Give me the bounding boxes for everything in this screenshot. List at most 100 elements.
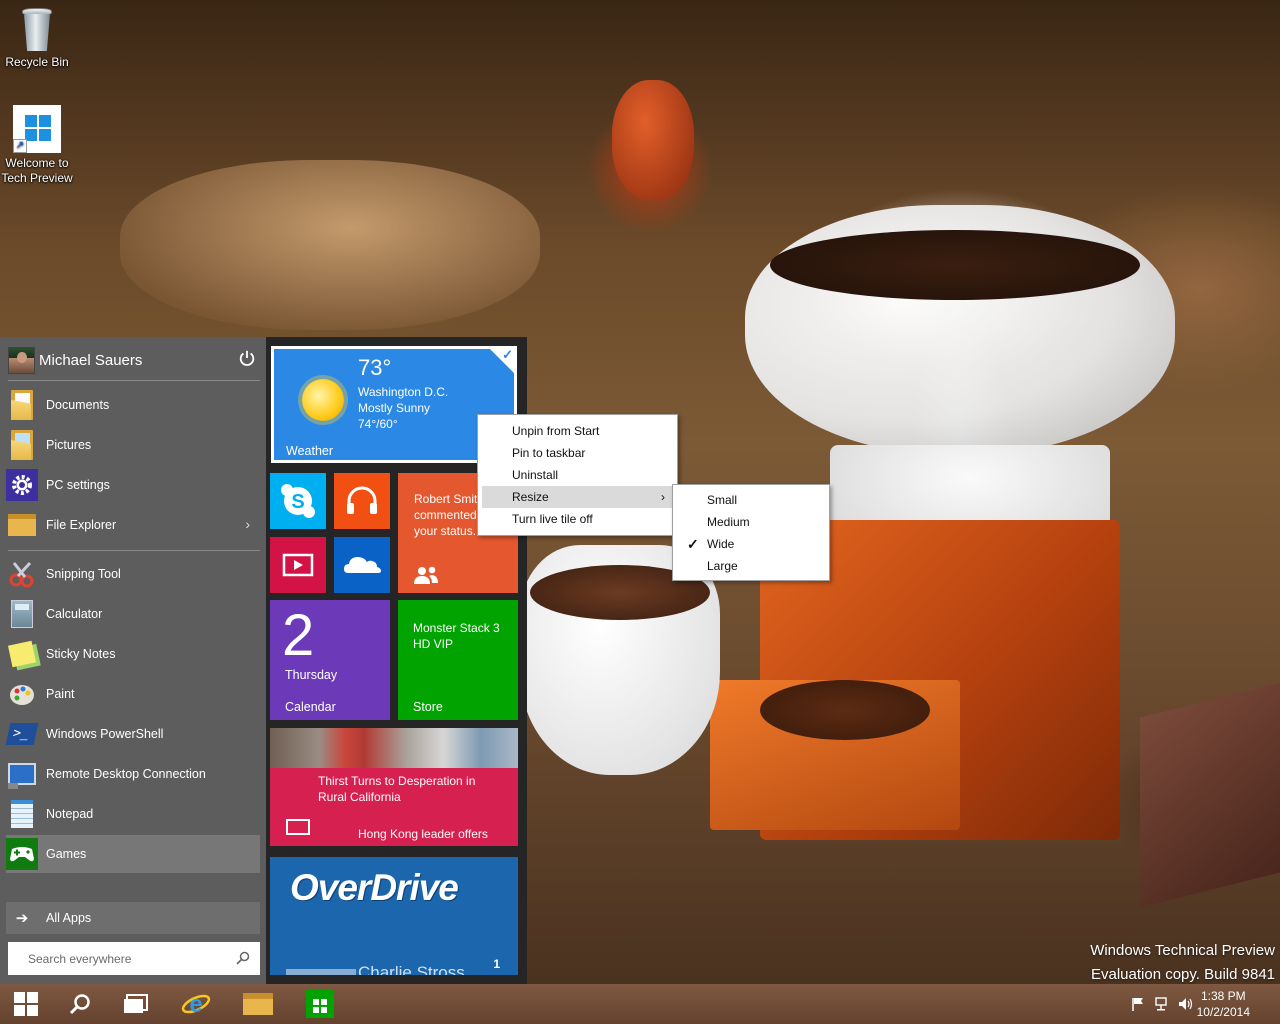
- start-item-label: Pictures: [46, 438, 92, 452]
- notepad-icon: [6, 798, 38, 830]
- search-input[interactable]: [28, 951, 228, 966]
- store-message: Monster Stack 3 HD VIP: [413, 620, 500, 652]
- start-item-pictures[interactable]: Pictures: [6, 426, 260, 464]
- taskbar-clock[interactable]: 1:38 PM 10/2/2014: [1197, 988, 1250, 1020]
- internet-explorer-icon: e: [181, 991, 211, 1018]
- windows-logo-icon: ↗: [13, 105, 61, 153]
- network-icon[interactable]: [1151, 984, 1173, 1024]
- cloud-icon: [344, 557, 381, 573]
- chevron-right-icon[interactable]: ›: [245, 516, 250, 532]
- start-item-calculator[interactable]: Calculator: [6, 595, 260, 633]
- recycle-bin-icon: [19, 6, 55, 52]
- checkmark-icon: ✓: [687, 536, 699, 552]
- task-view-icon: [124, 994, 148, 1013]
- overdrive-logo: OverDrive: [290, 867, 459, 908]
- start-item-games[interactable]: Games: [6, 835, 260, 873]
- start-item-notepad[interactable]: Notepad: [6, 795, 260, 833]
- start-button[interactable]: [0, 984, 52, 1024]
- desktop-icon-welcome[interactable]: ↗ Welcome to Tech Preview: [0, 105, 74, 186]
- start-item-snipping-tool[interactable]: Snipping Tool: [6, 555, 260, 593]
- all-apps-label: All Apps: [46, 911, 92, 925]
- resize-submenu: Small Medium ✓ Wide Large: [672, 484, 830, 581]
- skype-tile[interactable]: S: [270, 473, 326, 529]
- user-account[interactable]: Michael Sauers: [8, 345, 260, 375]
- search-button[interactable]: [54, 984, 106, 1024]
- clock-date: 10/2/2014: [1196, 1005, 1250, 1019]
- desktop-icon-label: Tech Preview: [1, 171, 73, 185]
- news-headline-line: Thirst Turns to Desperation in: [318, 774, 476, 788]
- news-headline-2: Hong Kong leader offers: [358, 827, 488, 841]
- all-apps-button[interactable]: ➔ All Apps: [6, 902, 260, 934]
- windows-logo-icon: [14, 992, 38, 1016]
- svg-text:S: S: [291, 491, 304, 513]
- start-item-sticky-notes[interactable]: Sticky Notes: [6, 635, 260, 673]
- news-headline-line: Rural California: [318, 790, 401, 804]
- menu-item-unpin-from-start[interactable]: Unpin from Start: [482, 420, 673, 442]
- start-item-label: File Explorer: [46, 518, 117, 532]
- internet-explorer-button[interactable]: e: [170, 984, 222, 1024]
- gear-icon: [6, 469, 38, 501]
- calendar-day: 2: [282, 603, 315, 668]
- task-view-button[interactable]: [110, 984, 162, 1024]
- svg-text:e: e: [189, 991, 202, 1018]
- clock-time: 1:38 PM: [1200, 989, 1246, 1003]
- action-center-flag-icon[interactable]: [1127, 984, 1149, 1024]
- menu-item-small[interactable]: Small: [677, 489, 825, 511]
- start-item-label: PC settings: [46, 478, 110, 492]
- people-icon: [414, 566, 438, 584]
- watermark-line1: Windows Technical Preview: [1090, 942, 1275, 959]
- menu-item-resize[interactable]: Resize ›: [482, 486, 673, 508]
- menu-item-wide[interactable]: ✓ Wide: [677, 533, 825, 555]
- wallpaper-coffee-beans: [770, 230, 1140, 300]
- store-tile[interactable]: Monster Stack 3 HD VIP Store: [398, 600, 518, 720]
- menu-item-label: Unpin from Start: [512, 424, 600, 438]
- menu-item-pin-to-taskbar[interactable]: Pin to taskbar: [482, 442, 673, 464]
- video-tile[interactable]: [270, 537, 326, 593]
- paint-palette-icon: [6, 678, 38, 710]
- weather-condition: Mostly Sunny: [358, 401, 431, 415]
- start-item-pc-settings[interactable]: PC settings: [6, 466, 260, 504]
- avatar: [8, 346, 35, 374]
- start-item-label: Calculator: [46, 607, 103, 621]
- volume-icon[interactable]: [1175, 984, 1197, 1024]
- start-item-remote-desktop[interactable]: Remote Desktop Connection: [6, 755, 260, 793]
- tile-name: Calendar: [285, 700, 336, 714]
- chevron-right-icon: ›: [661, 490, 665, 504]
- start-item-label: Documents: [46, 398, 110, 412]
- menu-item-label: Pin to taskbar: [512, 446, 586, 460]
- overdrive-thumb-strip: [286, 969, 356, 975]
- calendar-tile[interactable]: 2 Thursday Calendar: [270, 600, 390, 720]
- power-button[interactable]: [238, 349, 260, 371]
- documents-folder-icon: [6, 389, 38, 421]
- news-tile[interactable]: Thirst Turns to Desperation in Rural Cal…: [270, 728, 518, 846]
- store-button[interactable]: [294, 984, 346, 1024]
- snipping-tool-icon: [6, 558, 38, 590]
- file-explorer-button[interactable]: [232, 984, 284, 1024]
- pictures-folder-icon: [6, 429, 38, 461]
- start-item-file-explorer[interactable]: File Explorer ›: [6, 506, 260, 544]
- menu-item-turn-live-tile-off[interactable]: Turn live tile off: [482, 508, 673, 530]
- calendar-weekday: Thursday: [285, 668, 338, 682]
- menu-item-medium[interactable]: Medium: [677, 511, 825, 533]
- desktop-icon-recycle-bin[interactable]: Recycle Bin: [0, 6, 74, 70]
- weather-range: 74°/60°: [358, 417, 398, 431]
- music-tile[interactable]: [334, 473, 390, 529]
- start-menu: Michael Sauers Documents Pictures PC set…: [0, 337, 527, 984]
- wallpaper-chocolate: [1140, 682, 1280, 908]
- menu-item-label: Resize: [512, 490, 549, 504]
- start-search-box[interactable]: [8, 942, 260, 975]
- video-play-icon: [282, 553, 314, 577]
- start-item-documents[interactable]: Documents: [6, 386, 260, 424]
- onedrive-tile[interactable]: [334, 537, 390, 593]
- menu-item-label: Small: [707, 493, 738, 507]
- file-explorer-icon: [6, 509, 38, 541]
- menu-item-uninstall[interactable]: Uninstall: [482, 464, 673, 486]
- search-icon[interactable]: [236, 951, 250, 965]
- start-item-paint[interactable]: Paint: [6, 675, 260, 713]
- overdrive-tile[interactable]: OverDrive Charlie Stross 1: [270, 857, 518, 975]
- checkmark-icon: ✓: [502, 347, 513, 362]
- start-item-label: Paint: [46, 687, 75, 701]
- search-icon: [69, 994, 90, 1015]
- menu-item-large[interactable]: Large: [677, 555, 825, 577]
- start-item-powershell[interactable]: >_ Windows PowerShell: [5, 715, 260, 753]
